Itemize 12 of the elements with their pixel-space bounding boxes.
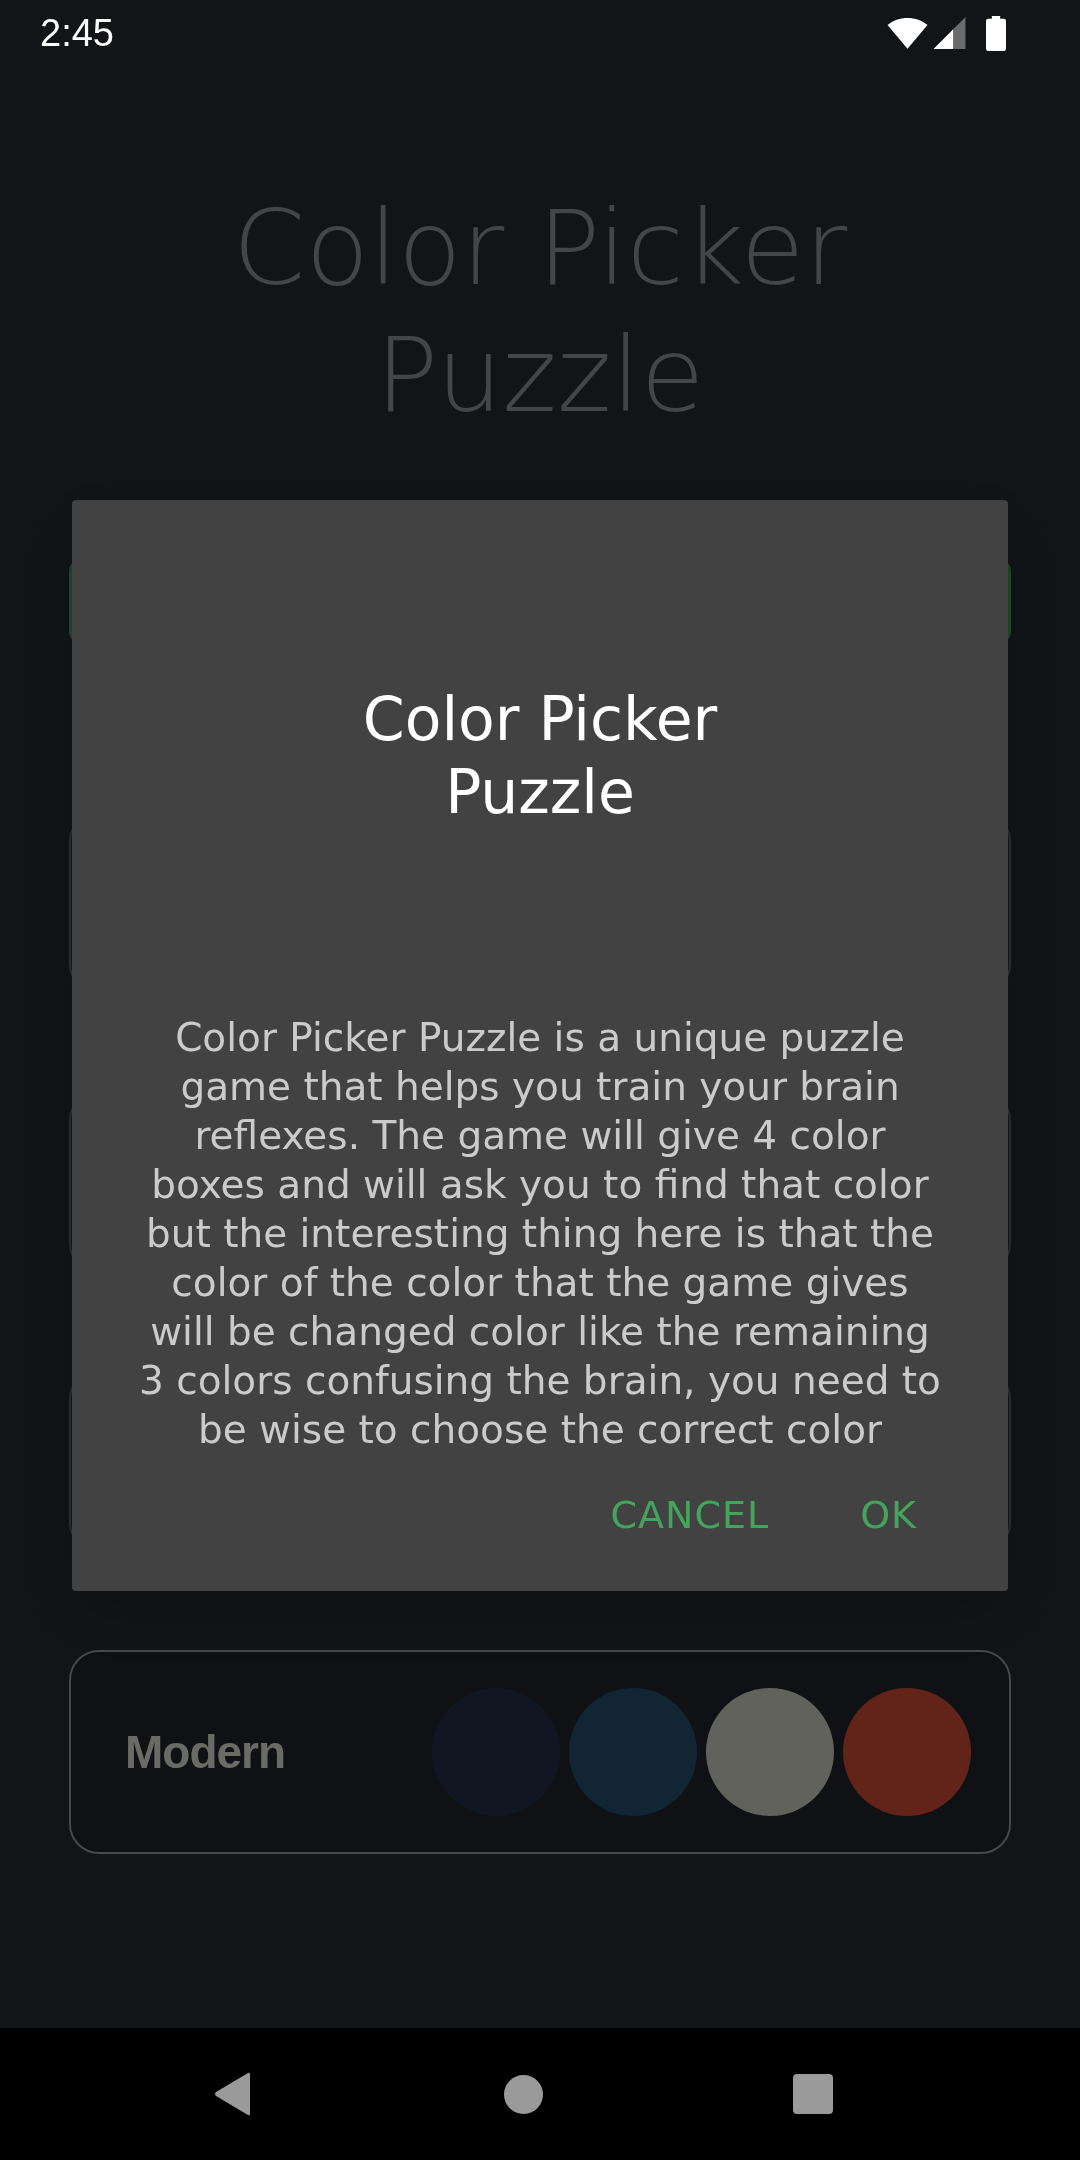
back-icon[interactable] (213, 2072, 253, 2116)
wifi-icon (887, 17, 928, 49)
battery-icon (986, 15, 1006, 51)
dialog-button[interactable]: CANCEL (586, 1467, 794, 1563)
dialog-button[interactable]: OK (836, 1467, 941, 1563)
theme-name: Modern (125, 1726, 286, 1778)
option-card[interactable]: Modern (69, 1650, 1011, 1854)
status-time: 2:45 (40, 11, 114, 55)
home-icon[interactable] (503, 2074, 543, 2114)
signal-icon (933, 17, 966, 49)
dialog-title: Color Picker Puzzle (361, 683, 719, 829)
dialog-message: Color Picker Puzzle is a unique puzzle game that helps you train your brain reflexes. The game will give 4 color boxes and will ask you to find that color but the interesting thing here is that the color of the color that the game gives will be changed color like the remaining 3 colors confusing the brain, you need to be wise to choose the correct color (138, 1014, 942, 1454)
